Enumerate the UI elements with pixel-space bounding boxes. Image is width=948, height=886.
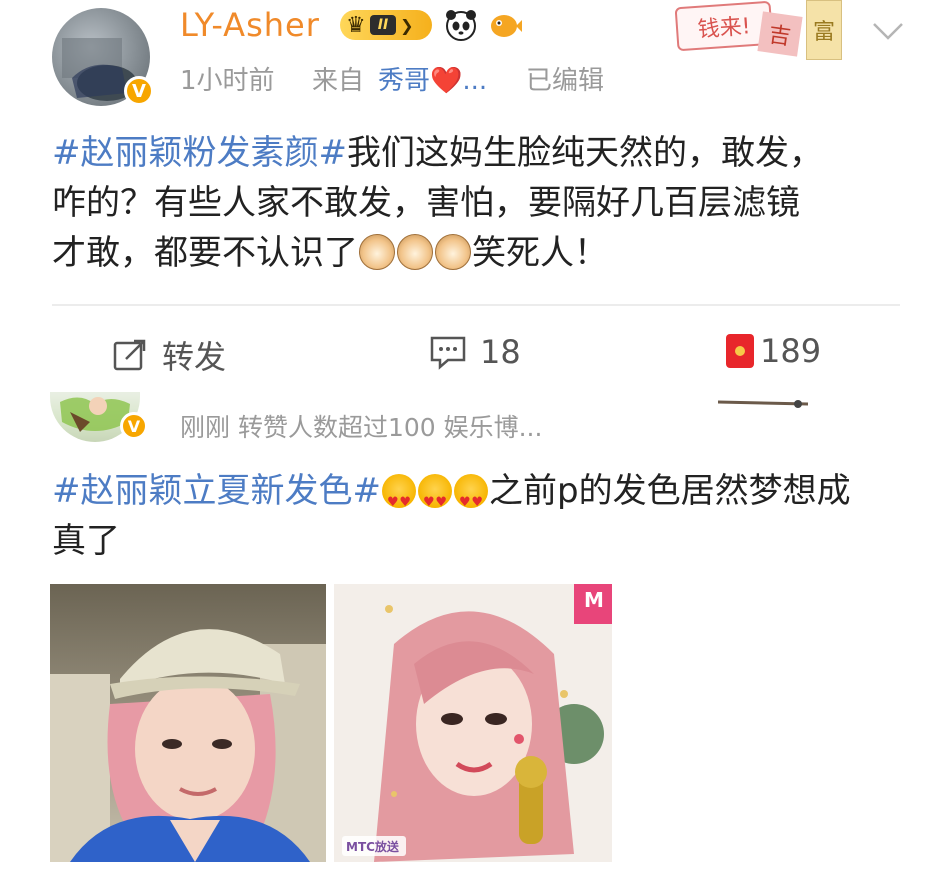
post-text: 才敢，都要不认识了	[52, 233, 358, 273]
post-photo[interactable]: MTC放送 M	[334, 584, 612, 862]
comment-icon	[430, 336, 466, 370]
like-count: 189	[760, 332, 822, 370]
decoration-tag: 富	[806, 0, 842, 60]
heart-eyes-emoji-icon	[381, 474, 416, 528]
level-badge[interactable]: ♛ II ❯	[340, 10, 432, 40]
source-prefix: 来自	[312, 66, 365, 96]
cat-emoji-icon	[359, 234, 395, 270]
crown-icon: ♛	[346, 12, 366, 38]
repost-icon	[113, 339, 146, 371]
post-text: 我们这妈生脸纯天然的，敢发，	[346, 133, 823, 173]
repost-label: 转发	[162, 338, 227, 376]
hashtag-link[interactable]: #赵丽颖粉发素颜#	[52, 133, 347, 173]
red-packet-button[interactable]: 189	[726, 332, 821, 370]
username[interactable]: LY-Asher	[180, 6, 320, 44]
photo-corner-logo: M	[584, 588, 604, 612]
edited-label: 已编辑	[526, 66, 605, 96]
post-text: 之前p的发色居然梦想成	[488, 471, 851, 511]
comment-count: 18	[480, 333, 521, 371]
comment-button[interactable]: 18	[428, 332, 521, 372]
post-text: 咋的？有些人家不敢发，害怕，要隔好几百层滤镜	[52, 183, 800, 223]
hashtag-link[interactable]: #赵丽颖立夏新发色#	[52, 471, 381, 511]
verified-badge-icon: V	[120, 412, 148, 440]
source-link[interactable]: 秀哥❤️...	[378, 60, 487, 97]
photo-watermark: MTC放送	[346, 840, 399, 854]
post-text: 笑死人！	[472, 233, 608, 273]
heart-eyes-emoji-icon	[417, 474, 452, 528]
post-meta: 刚刚 转赞人数超过100 娱乐博...	[180, 413, 543, 442]
post-body: #赵丽颖粉发素颜#我们这妈生脸纯天然的，敢发， 咋的？有些人家不敢发，害怕，要隔…	[52, 128, 912, 278]
level-number: II	[369, 15, 397, 35]
pufferfish-icon	[488, 8, 522, 42]
decoration-stick	[717, 394, 812, 408]
post-time: 1小时前	[180, 66, 275, 96]
repost-button[interactable]: 转发	[110, 332, 226, 378]
panda-icon	[444, 8, 478, 42]
post-photo[interactable]	[50, 584, 326, 862]
decoration-tag: 吉	[757, 11, 803, 57]
heart-eyes-emoji-icon	[453, 474, 488, 528]
chevron-right-icon: ❯	[400, 15, 414, 35]
divider	[52, 304, 900, 306]
red-packet-icon	[726, 334, 754, 368]
chevron-down-icon[interactable]	[868, 10, 908, 50]
cat-emoji-icon	[397, 234, 433, 270]
cat-emoji-icon	[435, 234, 471, 270]
post-body: #赵丽颖立夏新发色#之前p的发色居然梦想成 真了	[52, 466, 912, 566]
verified-badge-icon: V	[124, 76, 154, 106]
